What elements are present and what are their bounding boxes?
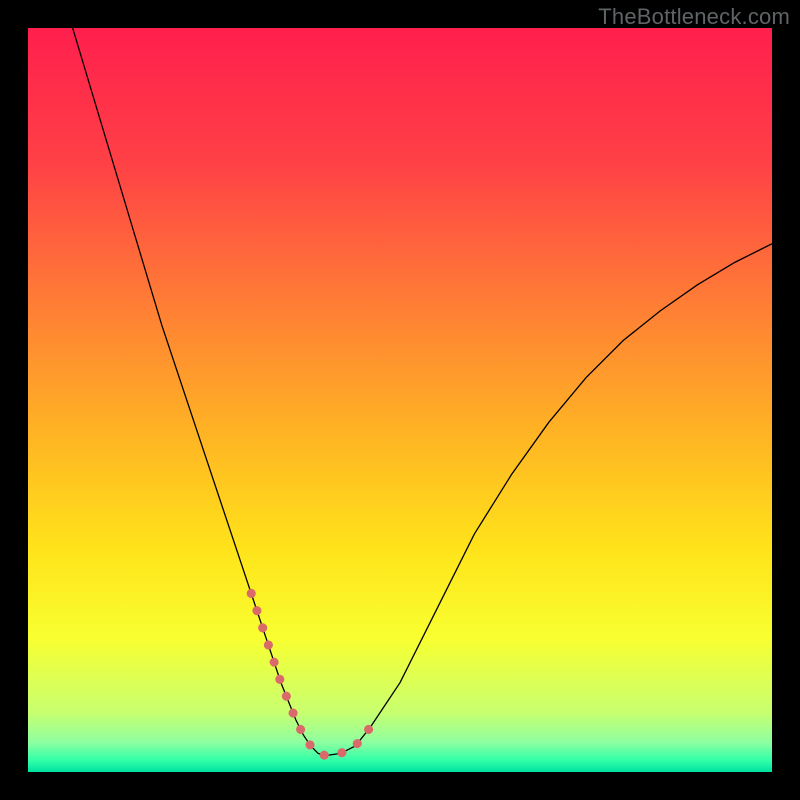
watermark-text: TheBottleneck.com (598, 4, 790, 30)
gradient-background (28, 28, 772, 772)
chart-container: TheBottleneck.com (0, 0, 800, 800)
plot-area (28, 28, 772, 772)
chart-svg (28, 28, 772, 772)
